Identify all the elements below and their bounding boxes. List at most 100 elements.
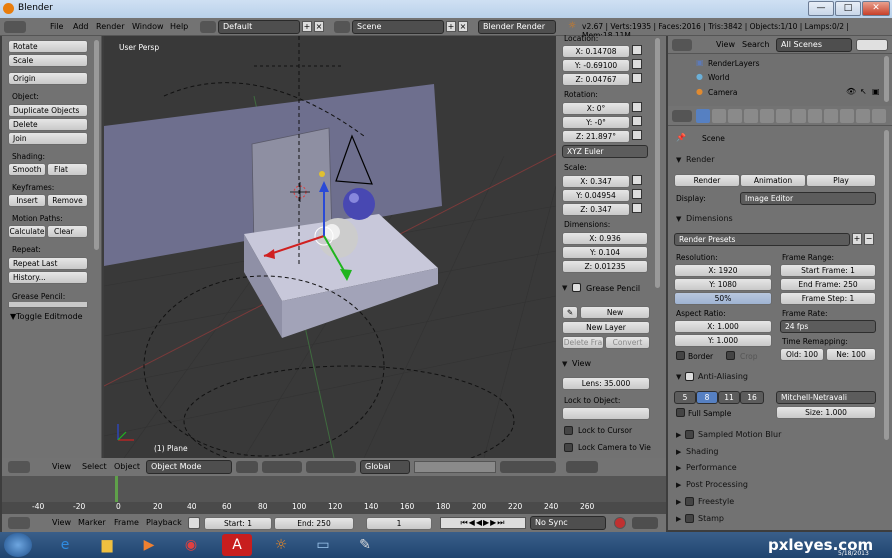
lock-rotation-x-icon[interactable] [632,102,642,112]
timeline-editor-icon[interactable] [8,517,30,529]
current-frame-field[interactable]: 1 [366,517,432,530]
render-engine-selector[interactable]: Blender Render [478,20,556,34]
lock-camera-checkbox[interactable] [564,443,573,452]
dimensions-panel-title[interactable]: Dimensions [686,214,733,223]
layout-selector[interactable]: Default [218,20,300,34]
minimize-button[interactable]: — [808,1,834,16]
avira-icon[interactable]: A [222,534,252,556]
duplicate-objects-button[interactable]: Duplicate Objects [8,104,88,117]
render-panel-collapse-icon[interactable]: ▼ [676,156,681,164]
lock-location-x-icon[interactable] [632,45,642,55]
shading-panel-collapse-icon[interactable]: ▶ [676,448,681,456]
resolution-y-field[interactable]: Y: 1080 [674,278,772,291]
display-select[interactable]: Image Editor [740,192,876,205]
dimension-y-field[interactable]: Y: 0.104 [562,246,648,259]
physics-tab-icon[interactable] [872,109,886,123]
blender-taskbar-icon[interactable]: ☼ [266,534,296,556]
join-button[interactable]: Join [8,132,88,145]
location-y-field[interactable]: Y: -0.69100 [562,59,630,72]
performance-panel-title[interactable]: Performance [686,463,737,472]
stamp-checkbox[interactable] [685,514,694,523]
calculate-button[interactable]: Calculate [8,225,46,238]
remove-layout-button[interactable]: × [314,21,324,32]
lens-field[interactable]: Lens: 35.000 [562,377,650,390]
time-remap-old-field[interactable]: Old: 100 [780,348,824,361]
lock-scale-y-icon[interactable] [632,189,642,199]
outliner-search-menu[interactable]: Search [742,40,769,49]
render-presets-select[interactable]: Render Presets [674,233,850,246]
lock-rotation-z-icon[interactable] [632,130,642,140]
full-sample-checkbox[interactable] [676,408,685,417]
history-button[interactable]: History... [8,271,88,284]
repeat-last-button[interactable]: Repeat Last [8,257,88,270]
menu-add[interactable]: Add [73,22,89,31]
border-checkbox[interactable] [676,351,685,360]
aa-samples-11[interactable]: 11 [718,391,740,404]
layer-buttons[interactable] [414,461,496,473]
outliner-scrollbar[interactable] [884,56,889,102]
timeline-frame-menu[interactable]: Frame [114,518,139,527]
preview-range-icon[interactable] [188,517,200,529]
aa-panel-collapse-icon[interactable]: ▼ [676,373,681,381]
particles-tab-icon[interactable] [856,109,870,123]
motion-blur-checkbox[interactable] [685,430,694,439]
lock-cursor-checkbox[interactable] [564,426,573,435]
resolution-percentage-field[interactable]: 50% [674,292,772,305]
rotate-button[interactable]: Rotate [8,40,88,53]
menu-window[interactable]: Window [132,22,164,31]
motion-blur-panel-collapse-icon[interactable]: ▶ [676,431,681,439]
timeline-playback-menu[interactable]: Playback [146,518,182,527]
outliner-search-field[interactable] [856,39,888,51]
shading-panel-title[interactable]: Shading [686,447,719,456]
constraints-tab-icon[interactable] [776,109,790,123]
object-tab-icon[interactable] [760,109,774,123]
scene-icon[interactable] [334,21,350,33]
time-remap-new-field[interactable]: Ne: 100 [826,348,876,361]
record-icon[interactable] [614,517,626,529]
render-button[interactable]: Render [674,174,740,187]
timeline-area[interactable] [2,476,666,502]
internet-explorer-icon[interactable]: e [50,534,80,556]
outliner-display-mode[interactable]: All Scenes [776,38,852,52]
timeline[interactable]: -40 -20 0 20 40 60 80 100 120 140 160 18… [2,476,666,514]
add-layout-button[interactable]: + [302,21,312,32]
scale-y-field[interactable]: Y: 0.04954 [562,189,630,202]
motion-blur-panel-title[interactable]: Sampled Motion Blur [698,430,781,439]
mode-select[interactable]: Object Mode [146,460,232,474]
filter-size-field[interactable]: Size: 1.000 [776,406,876,419]
toggle-editmode-panel[interactable]: ▼Toggle Editmode [10,312,83,321]
lock-object-field[interactable] [562,407,650,420]
new-grease-pencil-button[interactable]: New [580,306,650,319]
post-processing-panel-collapse-icon[interactable]: ▶ [676,481,681,489]
editor-type-icon[interactable] [4,21,26,33]
lock-location-y-icon[interactable] [632,59,642,69]
start-frame-field[interactable]: Start Frame: 1 [780,264,876,277]
origin-button[interactable]: Origin [8,72,88,85]
render-panel-title[interactable]: Render [686,155,714,164]
tool-shelf-scrollbar[interactable] [94,40,99,250]
frame-rate-select[interactable]: 24 fps [780,320,876,333]
aa-filter-select[interactable]: Mitchell-Netravali [776,391,876,404]
properties-editor-icon[interactable] [672,110,692,122]
aa-checkbox[interactable] [685,372,694,381]
texture-tab-icon[interactable] [840,109,854,123]
post-processing-panel-title[interactable]: Post Processing [686,480,748,489]
snapping-buttons[interactable] [500,461,556,473]
scale-x-field[interactable]: X: 0.347 [562,175,630,188]
maximize-button[interactable]: □ [835,1,861,16]
outliner-item-renderlayers[interactable]: RenderLayers [708,59,760,68]
rotation-x-field[interactable]: X: 0° [562,102,630,115]
file-explorer-icon[interactable]: ▆ [92,534,122,556]
media-player-icon[interactable]: ▶ [134,534,164,556]
freestyle-panel-collapse-icon[interactable]: ▶ [676,498,681,506]
stamp-panel-collapse-icon[interactable]: ▶ [676,515,681,523]
grease-pencil-checkbox[interactable] [572,283,581,292]
opengl-render-buttons[interactable] [566,461,598,473]
frame-step-field[interactable]: Frame Step: 1 [780,292,876,305]
end-frame-timeline-field[interactable]: End: 250 [274,517,354,530]
location-z-field[interactable]: Z: 0.04767 [562,73,630,86]
animation-button[interactable]: Animation [740,174,806,187]
grease-pencil-tools[interactable] [8,302,88,308]
manipulator-buttons[interactable] [306,461,356,473]
smooth-button[interactable]: Smooth [8,163,46,176]
